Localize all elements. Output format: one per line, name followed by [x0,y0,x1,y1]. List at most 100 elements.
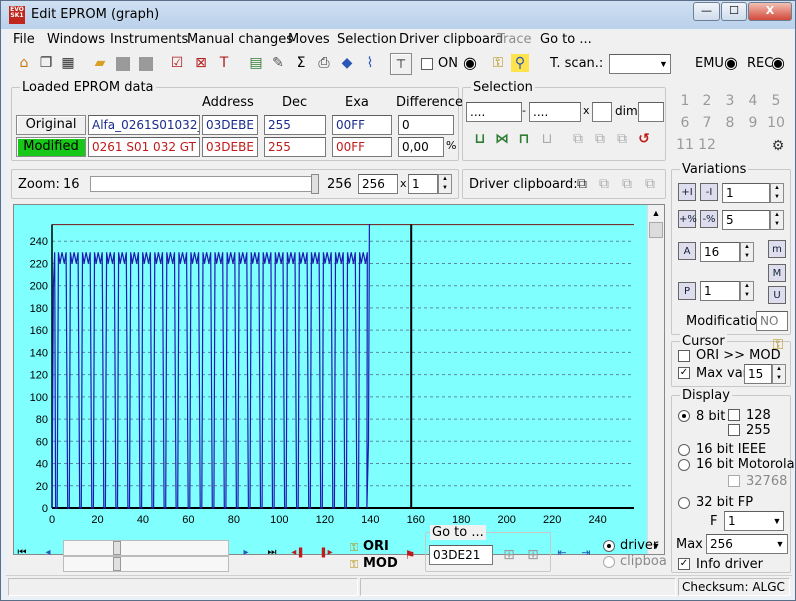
save-icon[interactable] [116,57,130,71]
modified-dec-field[interactable]: 255 [264,137,326,157]
zoom-mult-spinner[interactable]: ▲ ▼ [438,174,452,194]
print-icon[interactable]: ⎙ [315,54,333,72]
menu-windows[interactable]: Windows [47,32,105,47]
lock-icon[interactable]: ⚿ [489,54,507,72]
move-left-icon[interactable]: ⇤ [553,544,571,562]
sum-icon[interactable]: Σ [292,54,310,72]
map-key-5[interactable]: 5 [766,93,786,111]
tscan-dropdown-icon[interactable]: ▼ [657,55,670,73]
map-key-8[interactable]: 8 [720,115,740,133]
graph-vertical-scrollbar[interactable]: ▲ ▼ [647,205,664,554]
mod-lock-icon[interactable]: ⚿ [345,556,363,574]
dc-copy-icon[interactable]: ⧉ [573,175,591,193]
var-step3-field[interactable]: 16 [700,242,740,262]
menu-moves[interactable]: Moves [288,32,330,47]
windows-icon[interactable]: ❐ [37,54,55,72]
pencil-icon[interactable]: ✎ [269,54,287,72]
menu-manual-changes[interactable]: Manual changes [187,32,293,47]
max-var-checkbox[interactable]: ✓ [678,367,690,379]
menu-file[interactable]: File [13,32,35,47]
minimize-button[interactable]: — [693,2,720,21]
select-range-icon[interactable]: ⋈ [493,130,511,148]
select-end-icon[interactable]: ⊓ [515,130,533,148]
var-step2-field[interactable]: 5 [722,210,770,230]
menu-instruments[interactable]: Instruments [110,32,188,47]
max-var-spinner[interactable]: ▲ ▼ [772,364,786,384]
map-key-2[interactable]: 2 [697,93,717,111]
zoom-slider-thumb[interactable] [311,174,319,194]
paste-add-icon[interactable]: ⧉ [613,130,631,148]
select-clear-icon[interactable]: ⊔ [538,130,556,148]
map-key-7[interactable]: 7 [697,115,717,133]
dc-paste-icon[interactable]: ⧉ [595,175,613,193]
var-step1-spinner[interactable]: ▲ ▼ [770,183,784,203]
modified-difference-field[interactable]: 0,00 [398,137,444,157]
rec-knob-icon[interactable]: ◉ [769,54,787,72]
var-u-icon[interactable]: U [768,286,786,304]
map-key-9[interactable]: 9 [743,115,763,133]
selection-dim-field[interactable] [638,102,664,122]
menu-trace[interactable]: Trace [497,32,532,47]
selection-from-field[interactable]: .... [466,102,522,122]
map-key-1[interactable]: 1 [675,93,695,111]
var-p-icon[interactable]: P [678,282,696,300]
eprom-graph[interactable]: 0 20 40 60 80 100 120 140 160 180 200 220 240 0 20 40 60… [14,205,648,554]
first-icon[interactable]: ⏮ [13,544,31,562]
compare-icon[interactable]: ⊠ [192,54,210,72]
text-icon[interactable]: T [215,54,233,72]
modified-name-field[interactable]: 0261 S01 032 GT JTS [88,137,200,157]
move-right-icon[interactable]: ⇥ [577,544,595,562]
display-16ieee-radio[interactable] [678,444,690,456]
map-key-11[interactable]: 11 [675,137,695,155]
max-dropdown-icon[interactable]: ▼ [774,535,786,553]
goto-field[interactable]: 03DE21 [429,545,493,565]
modified-button[interactable]: Modified [16,137,86,157]
scroll-thumb[interactable] [649,222,663,238]
var-sub-pct-icon[interactable]: -% [700,210,718,228]
zoom-value-field[interactable]: 256 [358,174,398,194]
menu-selection[interactable]: Selection [337,32,397,47]
copy-sel-icon[interactable]: ⧉ [569,130,587,148]
var-add-pct-icon[interactable]: +% [678,210,697,228]
modified-address-field[interactable]: 03DEBE [202,137,258,157]
original-button[interactable]: Original [16,115,86,135]
select-start-icon[interactable]: ⊔ [471,130,489,148]
mod-label[interactable]: MOD [363,556,398,571]
map-key-4[interactable]: 4 [743,93,763,111]
prev-mod-icon[interactable]: ◂❚ [289,544,307,562]
driver-radio[interactable] [603,540,615,552]
ori-lock-icon[interactable]: ⚿ [345,539,363,557]
display-128-checkbox[interactable] [728,409,740,421]
calculator-icon[interactable]: ▤ [247,54,265,72]
map-key-12[interactable]: 12 [697,137,717,155]
original-exa-field[interactable]: 00FF [332,115,392,135]
save-as-icon[interactable] [139,57,153,71]
modified-exa-field[interactable]: 00FF [332,137,392,157]
maximize-button[interactable]: ☐ [721,2,747,21]
display-32fp-radio[interactable] [678,497,690,509]
var-step2-spinner[interactable]: ▲ ▼ [770,210,784,230]
goto-col-icon[interactable]: ⊞ [500,546,518,564]
ori-mod-checkbox[interactable] [678,350,690,362]
walker-icon[interactable]: ⚲ [511,54,529,72]
selection-count-field[interactable] [592,102,612,122]
clipboard-radio[interactable] [603,556,615,568]
nav-thumb-top[interactable] [113,541,121,555]
dc-clear-icon[interactable]: ⧉ [641,175,659,193]
var-add-icon[interactable]: +I [678,183,696,201]
info-driver-checkbox[interactable]: ✓ [678,558,690,570]
next-icon[interactable]: ▸ [237,544,255,562]
goto-row-icon[interactable]: ⊞ [524,546,542,564]
table-view-button[interactable]: ⊤ [390,53,412,75]
next-mod-icon[interactable]: ❚▸ [317,544,335,562]
undo-sel-icon[interactable]: ↺ [635,130,653,148]
edit-check-icon[interactable]: ☑ [168,54,186,72]
var-sub-icon[interactable]: -I [700,183,718,201]
zoom-slider-track[interactable] [90,176,312,192]
map-key-10[interactable]: 10 [766,115,786,133]
close-button[interactable]: X [748,2,792,21]
scroll-up-icon[interactable]: ▲ [648,205,664,221]
original-dec-field[interactable]: 255 [264,115,326,135]
map-key-3[interactable]: 3 [720,93,740,111]
var-step4-spinner[interactable]: ▲ ▼ [740,281,754,301]
